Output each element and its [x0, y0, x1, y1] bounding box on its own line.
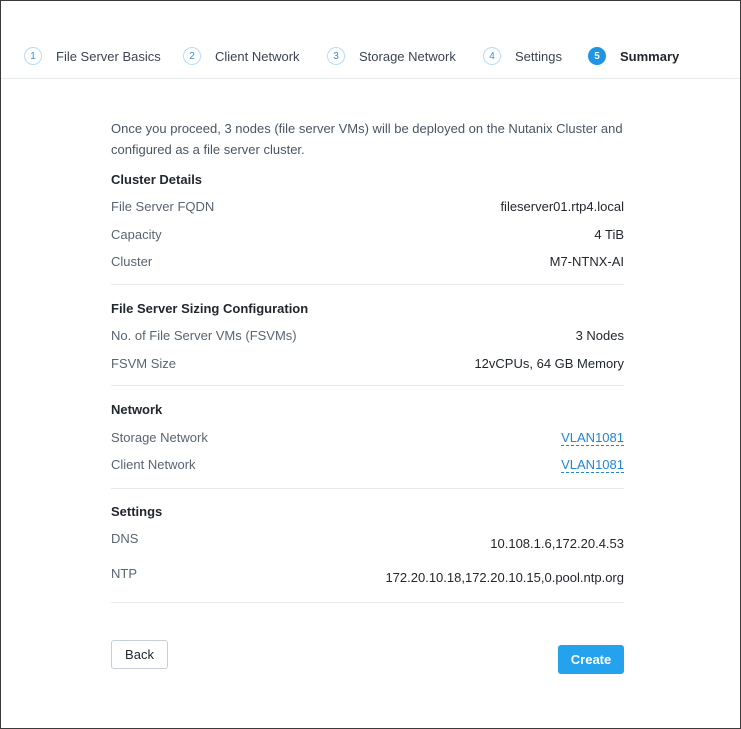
cluster-value: M7-NTNX-AI [549, 254, 624, 269]
row-client-network: Client Network VLAN1081 [111, 457, 624, 475]
step-number-5: 5 [588, 47, 606, 65]
capacity-label: Capacity [111, 227, 162, 242]
step-summary[interactable]: 5 Summary [588, 47, 679, 65]
row-fqdn: File Server FQDN fileserver01.rtp4.local [111, 199, 624, 217]
ntp-label: NTP [111, 566, 137, 581]
row-capacity: Capacity 4 TiB [111, 227, 624, 245]
back-button[interactable]: Back [111, 640, 168, 669]
settings-title: Settings [111, 504, 163, 519]
step-label: File Server Basics [56, 48, 161, 64]
fsvm-count-value: 3 Nodes [575, 328, 624, 343]
capacity-value: 4 TiB [594, 227, 624, 242]
step-client-network[interactable]: 2 Client Network [183, 47, 300, 65]
storage-network-link[interactable]: VLAN1081 [561, 430, 624, 446]
row-storage-network: Storage Network VLAN1081 [111, 430, 624, 448]
network-title: Network [111, 402, 163, 417]
storage-network-label: Storage Network [111, 430, 208, 445]
row-fsvm-size: FSVM Size 12vCPUs, 64 GB Memory [111, 356, 624, 374]
cluster-label: Cluster [111, 254, 153, 269]
sizing-title: File Server Sizing Configuration [111, 301, 309, 316]
step-number-3: 3 [327, 47, 345, 65]
step-file-server-basics[interactable]: 1 File Server Basics [24, 47, 161, 65]
step-number-1: 1 [24, 47, 42, 65]
row-ntp: NTP 172.20.10.18,172.20.10.15,0.pool.ntp… [111, 566, 624, 585]
section-divider [111, 602, 624, 603]
create-button[interactable]: Create [558, 645, 624, 674]
row-cluster: Cluster M7-NTNX-AI [111, 254, 624, 272]
row-dns: DNS 10.108.1.6,172.20.4.53 [111, 531, 624, 551]
step-label: Settings [515, 48, 562, 64]
section-divider [111, 284, 624, 285]
fsvm-size-value: 12vCPUs, 64 GB Memory [474, 356, 624, 371]
client-network-label: Client Network [111, 457, 196, 472]
step-number-4: 4 [483, 47, 501, 65]
cluster-details-title: Cluster Details [111, 172, 203, 187]
ntp-value: 172.20.10.18,172.20.10.15,0.pool.ntp.org [385, 570, 624, 585]
wizard-stepper: 1 File Server Basics 2 Client Network 3 … [1, 31, 740, 79]
client-network-link[interactable]: VLAN1081 [561, 457, 624, 473]
dns-value: 10.108.1.6,172.20.4.53 [490, 536, 624, 551]
step-label: Storage Network [359, 48, 456, 64]
fqdn-label: File Server FQDN [111, 199, 215, 214]
row-fsvm-count: No. of File Server VMs (FSVMs) 3 Nodes [111, 328, 624, 346]
step-label: Client Network [215, 48, 300, 64]
fqdn-value: fileserver01.rtp4.local [500, 199, 624, 214]
step-settings[interactable]: 4 Settings [483, 47, 562, 65]
step-number-2: 2 [183, 47, 201, 65]
fsvm-count-label: No. of File Server VMs (FSVMs) [111, 328, 297, 343]
fsvm-size-label: FSVM Size [111, 356, 177, 371]
step-storage-network[interactable]: 3 Storage Network [327, 47, 456, 65]
step-label: Summary [620, 48, 680, 64]
section-divider [111, 385, 624, 386]
intro-text: Once you proceed, 3 nodes (file server V… [111, 121, 623, 157]
wizard-window: 1 File Server Basics 2 Client Network 3 … [0, 0, 741, 729]
section-divider [111, 488, 624, 489]
dns-label: DNS [111, 531, 139, 546]
